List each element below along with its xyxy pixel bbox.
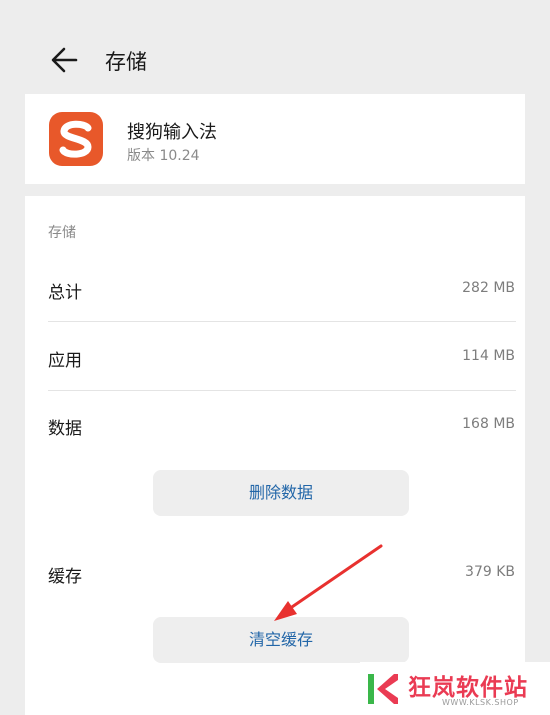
storage-row-data: 数据 168 MB xyxy=(25,406,525,446)
storage-row-total: 总计 282 MB xyxy=(25,270,525,310)
klsk-logo xyxy=(368,674,398,704)
top-bar: 存储 xyxy=(0,0,550,94)
watermark: 狂岚软件站 WWW.KLSK.SHOP xyxy=(360,662,550,715)
storage-row-app: 应用 114 MB xyxy=(25,338,525,378)
page-title: 存储 xyxy=(105,50,147,74)
row-value: 168 MB xyxy=(462,416,515,432)
row-value: 282 MB xyxy=(462,280,515,296)
watermark-text: 狂岚软件站 xyxy=(408,675,528,701)
sogou-input-app-icon xyxy=(49,112,103,166)
section-label-storage: 存储 xyxy=(48,225,76,241)
storage-card: 存储 总计 282 MB 应用 114 MB 数据 168 MB 删除数据 缓存… xyxy=(25,196,525,715)
back-button[interactable] xyxy=(46,44,82,76)
row-value: 114 MB xyxy=(462,348,515,364)
watermark-url: WWW.KLSK.SHOP xyxy=(442,698,519,707)
row-label: 应用 xyxy=(48,351,82,371)
row-label: 总计 xyxy=(48,283,82,303)
row-label: 缓存 xyxy=(48,567,82,587)
clear-cache-button[interactable]: 清空缓存 xyxy=(153,617,409,663)
divider xyxy=(48,321,516,322)
row-value: 379 KB xyxy=(465,564,515,580)
app-name: 搜狗输入法 xyxy=(127,122,217,143)
app-version: 版本 10.24 xyxy=(127,148,200,164)
row-label: 数据 xyxy=(48,419,82,439)
delete-data-button[interactable]: 删除数据 xyxy=(153,470,409,516)
arrow-left-icon xyxy=(51,47,78,73)
storage-row-cache: 缓存 379 KB xyxy=(25,554,525,594)
app-info-card: 搜狗输入法 版本 10.24 xyxy=(25,94,525,184)
divider xyxy=(48,390,516,391)
